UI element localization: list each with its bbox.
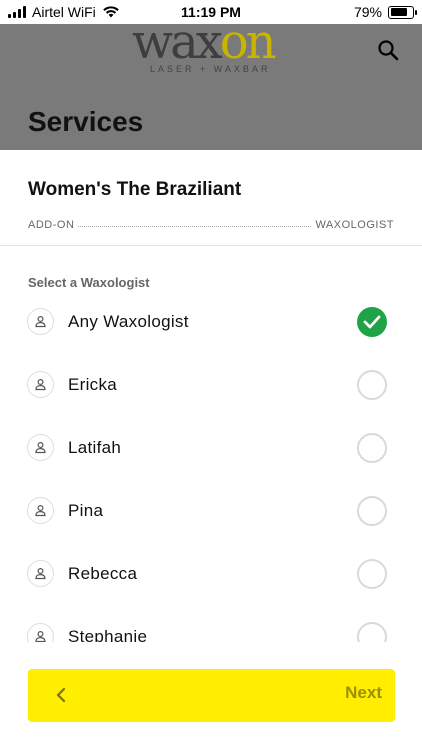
app-header: waxon LASER + WAXBAR Services bbox=[0, 18, 422, 150]
waxologist-row[interactable]: Stephanie bbox=[0, 605, 422, 642]
waxologist-name: Stephanie bbox=[68, 626, 148, 643]
person-icon bbox=[27, 308, 54, 335]
radio-unchecked-icon[interactable] bbox=[357, 558, 387, 589]
next-button[interactable]: Next bbox=[345, 683, 382, 703]
radio-unchecked-icon[interactable] bbox=[357, 621, 387, 642]
waxologist-name: Pina bbox=[68, 500, 104, 520]
waxologist-name: Any Waxologist bbox=[68, 311, 189, 331]
section-label: Select a Waxologist bbox=[28, 275, 150, 290]
wifi-icon bbox=[102, 6, 119, 18]
battery-percent: 79% bbox=[353, 4, 382, 20]
waxologist-name: Latifah bbox=[68, 437, 122, 457]
waxologist-row[interactable]: Rebecca bbox=[0, 542, 422, 605]
person-icon bbox=[27, 371, 54, 398]
person-icon bbox=[27, 434, 54, 461]
step-waxologist: WAXOLOGIST bbox=[315, 219, 394, 231]
status-bar: Airtel WiFi 11:19 PM 79% bbox=[0, 0, 422, 24]
step-connector bbox=[78, 225, 312, 227]
back-button[interactable] bbox=[48, 681, 76, 709]
chevron-left-icon bbox=[56, 687, 66, 703]
brand-logo: waxon LASER + WAXBAR bbox=[132, 18, 292, 76]
page-title: Services bbox=[28, 106, 144, 137]
person-icon bbox=[27, 560, 54, 587]
waxologist-row[interactable]: Any Waxologist bbox=[0, 290, 422, 353]
step-progress: ADD-ON WAXOLOGIST bbox=[28, 219, 394, 231]
search-icon bbox=[378, 40, 399, 61]
radio-unchecked-icon[interactable] bbox=[357, 369, 387, 400]
waxologist-list: Any Waxologist Ericka Latifah Pina Rebecca St… bbox=[0, 290, 422, 642]
logo-subtitle: LASER + WAXBAR bbox=[150, 64, 271, 74]
bottom-action-bar: Next bbox=[28, 669, 395, 722]
signal-icon bbox=[8, 6, 26, 18]
logo-wordmark: waxon bbox=[132, 18, 277, 66]
person-icon bbox=[27, 497, 54, 524]
waxologist-name: Rebecca bbox=[68, 563, 138, 583]
carrier-label: Airtel WiFi bbox=[32, 4, 96, 20]
search-button[interactable] bbox=[376, 38, 400, 62]
waxologist-name: Ericka bbox=[68, 374, 118, 394]
battery-fill bbox=[390, 8, 408, 16]
waxologist-row[interactable]: Pina bbox=[0, 479, 422, 542]
status-left: Airtel WiFi bbox=[8, 4, 354, 20]
service-name: Women's The Braziliant bbox=[28, 179, 242, 200]
waxologist-row[interactable]: Ericka bbox=[0, 353, 422, 416]
waxologist-row[interactable]: Latifah bbox=[0, 416, 422, 479]
battery-icon bbox=[388, 5, 417, 19]
radio-checked-icon[interactable] bbox=[357, 306, 387, 337]
step-add-on: ADD-ON bbox=[28, 219, 75, 231]
radio-unchecked-icon[interactable] bbox=[357, 495, 387, 526]
status-right: 79% bbox=[353, 4, 417, 20]
divider bbox=[0, 245, 422, 246]
radio-unchecked-icon[interactable] bbox=[357, 432, 387, 463]
person-icon bbox=[27, 623, 54, 642]
